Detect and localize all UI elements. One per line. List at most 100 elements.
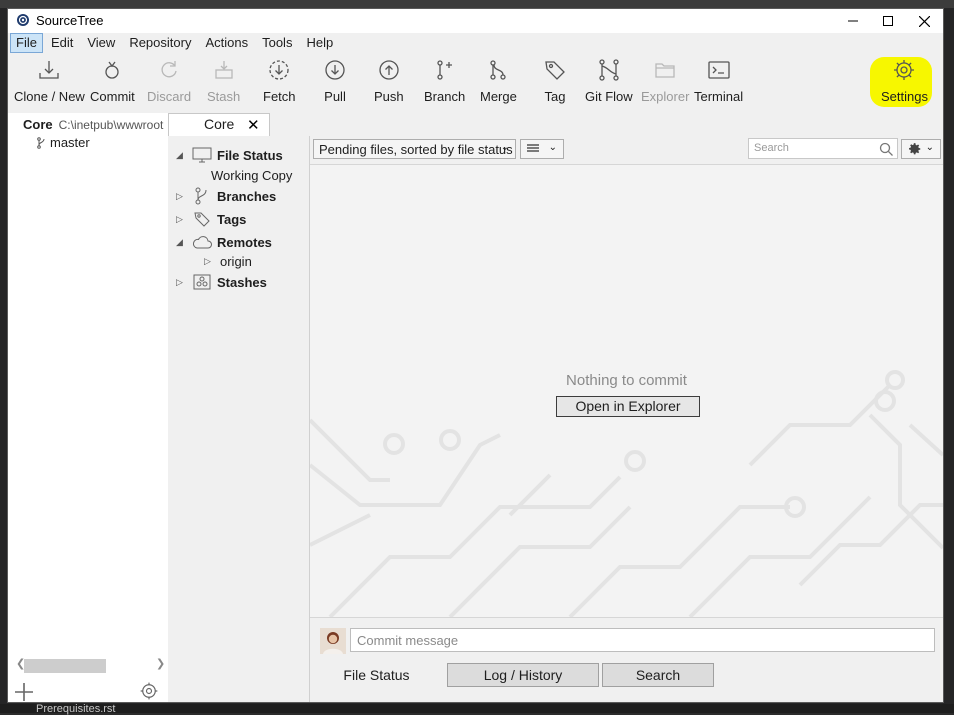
tab-search[interactable]: Search xyxy=(602,663,714,687)
tag-icon xyxy=(541,55,569,85)
discard-button[interactable]: Discard xyxy=(147,55,191,111)
expanded-triangle-icon: ◢ xyxy=(176,149,183,160)
explorer-button[interactable]: Explorer xyxy=(641,55,689,111)
fetch-icon xyxy=(265,55,293,85)
circuit-background-icon xyxy=(310,370,943,617)
branch-icon xyxy=(37,136,45,149)
repo-name: Core xyxy=(23,117,53,132)
fetch-button[interactable]: Fetch xyxy=(263,55,296,111)
tab-label: Core xyxy=(204,116,235,132)
chevron-down-icon: ⌄ xyxy=(925,142,934,153)
pull-button[interactable]: Pull xyxy=(321,55,349,111)
menu-repository[interactable]: Repository xyxy=(123,33,197,53)
branch-button[interactable]: Branch xyxy=(424,55,465,111)
close-tab-icon[interactable]: ✕ xyxy=(247,116,260,134)
scrollbar-thumb[interactable] xyxy=(24,659,106,673)
commit-message-input[interactable]: Commit message xyxy=(350,628,935,652)
settings-button[interactable]: Settings xyxy=(881,55,928,111)
merge-icon xyxy=(484,55,512,85)
stash-icon xyxy=(210,55,238,85)
options-dropdown[interactable]: ⌄ xyxy=(901,139,941,159)
menu-actions[interactable]: Actions xyxy=(199,33,254,53)
branch-icon xyxy=(192,187,212,205)
repo-path: C:\inetpub\wwwroot xyxy=(58,118,164,132)
bottom-tab-bar: File Status Log / History Search xyxy=(310,661,943,689)
search-input[interactable]: Search xyxy=(748,138,898,159)
scroll-right-icon[interactable]: ❯ xyxy=(156,657,165,670)
sidebar-scrollbar[interactable]: ❮ ❯ xyxy=(12,657,165,673)
sidebar-footer xyxy=(8,679,168,703)
commit-placeholder: Commit message xyxy=(357,633,459,648)
commit-bar: Commit message xyxy=(310,617,943,662)
chevron-down-icon: ⌄ xyxy=(548,142,557,153)
view-mode-dropdown[interactable]: ⌄ xyxy=(520,139,564,159)
monitor-icon xyxy=(192,146,212,164)
stash-button[interactable]: Stash xyxy=(207,55,240,111)
git-flow-button[interactable]: Git Flow xyxy=(585,55,633,111)
file-filter-bar: Pending files, sorted by file status ⌄ ⌄… xyxy=(310,136,943,163)
sourcetree-window: SourceTree File Edit View Repository Act… xyxy=(7,8,944,703)
tree-branches[interactable]: ▷ Branches xyxy=(176,187,276,205)
clone-new-button[interactable]: Clone / New xyxy=(14,55,85,111)
push-icon xyxy=(375,55,403,85)
discard-icon xyxy=(155,55,183,85)
sourcetree-logo-icon xyxy=(17,14,29,26)
download-icon xyxy=(35,55,63,85)
stash-icon xyxy=(192,273,212,291)
sort-dropdown[interactable]: Pending files, sorted by file status ⌄ xyxy=(313,139,516,159)
navigation-tree: ◢ File Status Working Copy ▷ Branches ▷ … xyxy=(168,136,310,702)
gear-icon xyxy=(890,55,918,85)
collapsed-triangle-icon: ▷ xyxy=(176,213,183,224)
menu-tools[interactable]: Tools xyxy=(256,33,298,53)
open-in-explorer-button[interactable]: Open in Explorer xyxy=(556,396,700,417)
terminal-icon xyxy=(705,55,733,85)
repo-item[interactable]: Core C:\inetpub\wwwroot xyxy=(23,117,163,132)
tree-working-copy[interactable]: Working Copy xyxy=(211,168,292,183)
menu-file[interactable]: File xyxy=(10,33,43,53)
branch-icon xyxy=(431,55,459,85)
tree-stashes[interactable]: ▷ Stashes xyxy=(176,273,267,291)
search-placeholder: Search xyxy=(754,142,789,154)
empty-state-message: Nothing to commit xyxy=(566,372,687,389)
add-repository-icon[interactable] xyxy=(13,681,35,703)
maximize-button[interactable] xyxy=(870,9,906,33)
minimize-button[interactable] xyxy=(835,9,871,33)
tree-origin[interactable]: ▷ origin xyxy=(204,254,252,269)
minimize-icon xyxy=(848,20,858,22)
branch-item-master[interactable]: master xyxy=(36,135,90,150)
chevron-down-icon: ⌄ xyxy=(500,142,509,153)
collapsed-triangle-icon: ▷ xyxy=(204,256,211,266)
git-flow-icon xyxy=(595,55,623,85)
maximize-icon xyxy=(883,16,893,26)
push-button[interactable]: Push xyxy=(374,55,404,111)
tree-remotes[interactable]: ◢ Remotes xyxy=(176,233,272,251)
commit-button[interactable]: Commit xyxy=(90,55,135,111)
close-window-button[interactable] xyxy=(906,9,942,33)
tab-log-history[interactable]: Log / History xyxy=(447,663,599,687)
window-title: SourceTree xyxy=(36,13,104,28)
branch-label: master xyxy=(50,135,90,150)
tag-button[interactable]: Tag xyxy=(541,55,569,111)
expanded-triangle-icon: ◢ xyxy=(176,236,183,247)
tab-file-status[interactable]: File Status xyxy=(310,663,443,687)
gear-icon[interactable] xyxy=(139,681,159,701)
repository-sidebar: Core C:\inetpub\wwwroot master ❮ ❯ xyxy=(8,113,169,702)
list-icon xyxy=(527,144,539,152)
menu-view[interactable]: View xyxy=(81,33,121,53)
ide-file-strip xyxy=(0,704,954,713)
menu-help[interactable]: Help xyxy=(300,33,339,53)
repo-tab-strip: Core ✕ xyxy=(168,113,943,136)
gear-icon xyxy=(909,143,921,155)
folder-icon xyxy=(651,55,679,85)
menu-edit[interactable]: Edit xyxy=(45,33,79,53)
collapsed-triangle-icon: ▷ xyxy=(176,190,183,201)
tab-core[interactable]: Core ✕ xyxy=(168,113,270,136)
merge-button[interactable]: Merge xyxy=(480,55,517,111)
file-changes-area: Nothing to commit Open in Explorer xyxy=(310,164,943,617)
tree-file-status[interactable]: ◢ File Status xyxy=(176,146,283,164)
terminal-button[interactable]: Terminal xyxy=(694,55,743,111)
close-icon xyxy=(918,15,930,27)
tree-tags[interactable]: ▷ Tags xyxy=(176,210,246,228)
collapsed-triangle-icon: ▷ xyxy=(176,276,183,287)
pull-icon xyxy=(321,55,349,85)
